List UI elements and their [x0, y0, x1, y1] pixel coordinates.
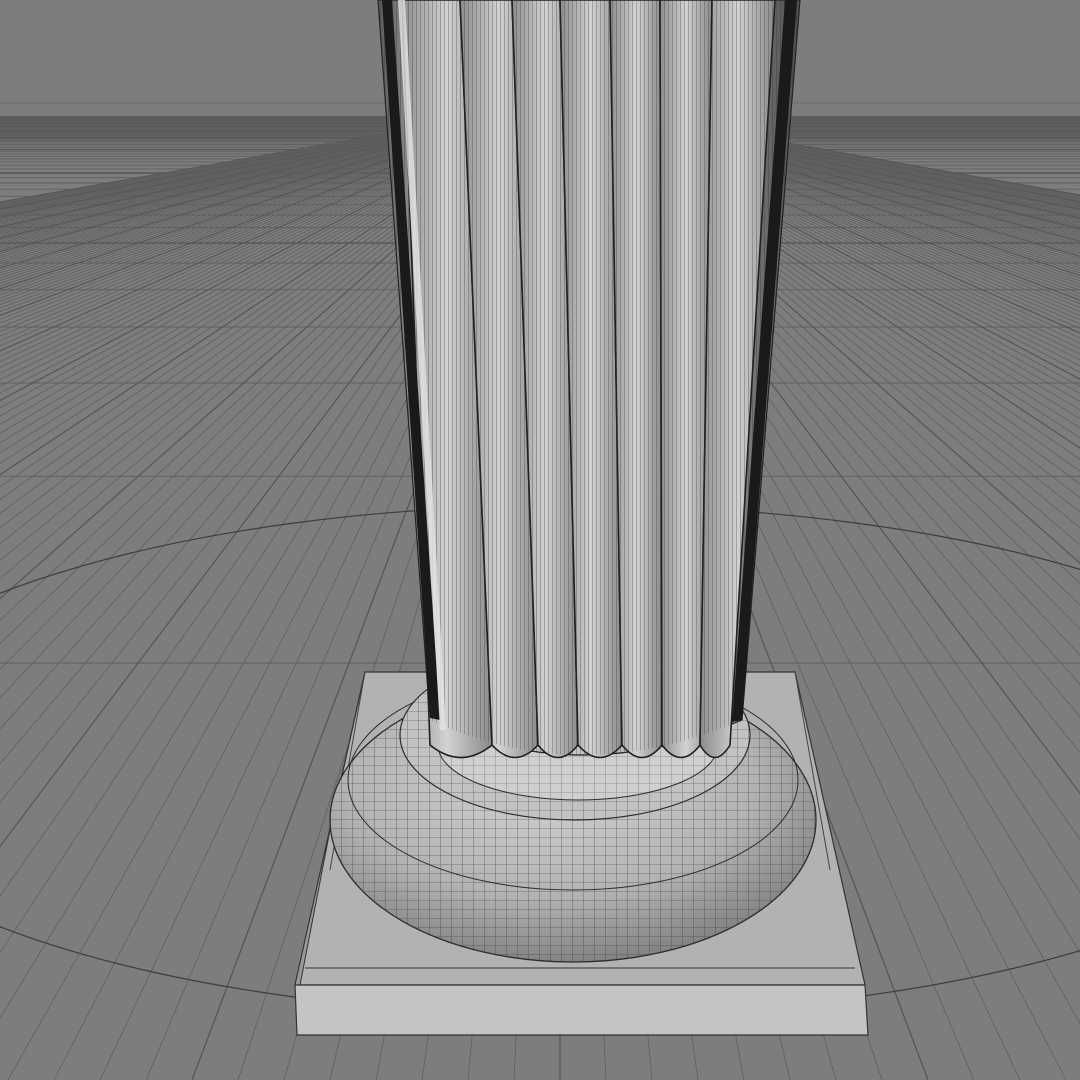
shaft-wire [378, 0, 800, 755]
viewport-scene[interactable] [0, 0, 1080, 1080]
plinth-front [294, 984, 869, 1036]
3d-viewport[interactable] [0, 0, 1080, 1080]
